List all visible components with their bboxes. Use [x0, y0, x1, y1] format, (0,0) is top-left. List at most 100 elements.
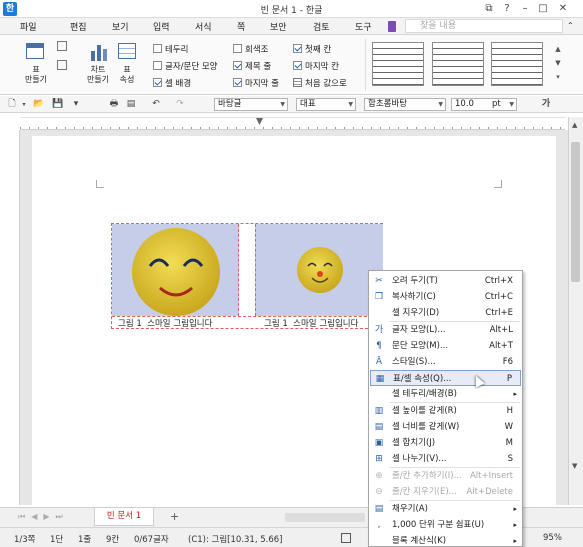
- ribbon-collapse-icon[interactable]: ⌃: [567, 21, 574, 30]
- context-menu-item-label: 오려 두기(T): [392, 276, 438, 286]
- context-menu-item[interactable]: , 1,000 단위 구분 쉼표(U) ▸: [370, 517, 521, 533]
- check-border-box[interactable]: [153, 44, 162, 53]
- context-menu-shortcut: Ctrl+C: [484, 292, 513, 302]
- ruler-indent-marker[interactable]: [256, 118, 263, 125]
- check-grayscale-box[interactable]: [233, 44, 242, 53]
- scroll-up-icon[interactable]: ▲: [572, 121, 577, 129]
- redo-icon[interactable]: ↷: [174, 98, 186, 111]
- menu-file[interactable]: 파일: [20, 20, 37, 33]
- context-menu-item[interactable]: ▣ 셀 합치기(J) M: [370, 435, 521, 451]
- new-doc-icon[interactable]: 🗋: [6, 98, 18, 111]
- font-select[interactable]: 함초롬바탕 ▼: [364, 98, 446, 111]
- table[interactable]: 그림 1 스마일 그림입니다 그림 1 스마일 그림입니다: [111, 223, 383, 329]
- menu-insert[interactable]: 입력: [153, 20, 170, 33]
- restore-window-icon[interactable]: ⧉: [482, 2, 496, 16]
- merge-cells-icon: ▣: [374, 438, 384, 448]
- scroll-down-icon[interactable]: ▼: [572, 462, 577, 470]
- check-first-col[interactable]: 첫째 칸: [293, 43, 331, 55]
- table-small-icon[interactable]: [57, 41, 67, 51]
- smiley-image-large[interactable]: [130, 226, 222, 318]
- context-menu-item[interactable]: ¶ 문단 모양(M)... Alt+T: [370, 338, 521, 354]
- preview-icon[interactable]: ▤: [125, 98, 137, 111]
- check-first-col-box[interactable]: [293, 44, 302, 53]
- help-icon[interactable]: ?: [500, 2, 514, 16]
- table-style-1[interactable]: [372, 42, 424, 86]
- reset-default-button[interactable]: 처음 값으로: [293, 77, 347, 89]
- font-size-input[interactable]: 10.0 pt ▼: [451, 98, 517, 111]
- context-menu-item[interactable]: ⊞ 셀 나누기(V)... S: [370, 451, 521, 467]
- check-border[interactable]: 테두리: [153, 43, 188, 55]
- menu-tools[interactable]: 도구: [355, 20, 372, 33]
- context-menu-item[interactable]: 셀 지우기(D) Ctrl+E: [370, 305, 521, 321]
- status-zoom[interactable]: 95%: [543, 533, 562, 543]
- chart-make-icon[interactable]: [90, 45, 108, 61]
- table-small-icon-2[interactable]: [57, 60, 67, 70]
- check-grayscale[interactable]: 회색조: [233, 43, 268, 55]
- check-cell-bg-box[interactable]: [153, 78, 162, 87]
- horizontal-ruler[interactable]: [20, 117, 565, 130]
- context-menu-item[interactable]: ▤ 채우기(A) ▸: [370, 501, 521, 517]
- menu-view[interactable]: 보기: [112, 20, 129, 33]
- context-menu-item[interactable]: ▦ 표/셀 속성(Q)... P: [370, 370, 521, 386]
- smiley-image-small[interactable]: [296, 246, 344, 294]
- vertical-ruler[interactable]: [8, 130, 20, 505]
- scrollbar-thumb[interactable]: [571, 142, 580, 282]
- tab-document-1[interactable]: 빈 문서 1: [94, 508, 154, 526]
- vertical-scrollbar[interactable]: ▲ ▼: [568, 117, 583, 505]
- table-style-2[interactable]: [432, 42, 484, 86]
- check-cell-bg[interactable]: 셀 배경: [153, 77, 191, 89]
- context-menu-item[interactable]: 가 글자 모양(L)... Alt+L: [370, 322, 521, 338]
- minimize-icon[interactable]: –: [518, 2, 532, 16]
- table-style-scroll[interactable]: ▲ ▼ ▾: [552, 42, 564, 86]
- menu-format[interactable]: 서식: [195, 20, 212, 33]
- table-context-tab-icon[interactable]: [388, 21, 396, 32]
- undo-icon[interactable]: ↶: [150, 98, 162, 111]
- table-make-icon[interactable]: [26, 43, 44, 59]
- check-title-row-box[interactable]: [233, 61, 242, 70]
- table-props-icon[interactable]: [118, 43, 136, 59]
- tab-nav-icons[interactable]: ⏮◀▶⏭: [18, 512, 69, 522]
- menu-search-input[interactable]: 찾을 내용: [405, 19, 563, 33]
- menu-page[interactable]: 쪽: [237, 20, 245, 33]
- open-folder-icon[interactable]: 📂: [33, 98, 45, 111]
- context-menu-item[interactable]: 블록 계산식(K) ▸: [370, 533, 521, 547]
- print-icon[interactable]: 🖶: [108, 98, 120, 111]
- maximize-icon[interactable]: □: [536, 2, 550, 16]
- check-char-para[interactable]: 글자/문단 모양: [153, 60, 218, 72]
- context-menu-item[interactable]: ✂ 오려 두기(T) Ctrl+X: [370, 273, 521, 289]
- context-menu-item[interactable]: ▥ 셀 높이를 같게(R) H: [370, 403, 521, 419]
- check-last-col[interactable]: 마지막 칸: [293, 60, 339, 72]
- language-select[interactable]: 대표 ▼: [296, 98, 356, 111]
- view-mode-icon[interactable]: [341, 533, 351, 543]
- save-icon[interactable]: 💾: [52, 98, 64, 111]
- add-tab-button[interactable]: +: [170, 510, 179, 523]
- reset-default-label: 처음 값으로: [305, 79, 347, 89]
- char-shape-icon[interactable]: 가: [540, 98, 552, 111]
- table-props-button[interactable]: 표 속성: [112, 65, 142, 85]
- context-menu-item[interactable]: ⊕ 줄/칸 추가하기(I)... Alt+Insert: [370, 468, 521, 484]
- table-make-button[interactable]: 표 만들기: [16, 65, 56, 85]
- table-style-3[interactable]: [491, 42, 543, 86]
- check-last-row-box[interactable]: [233, 78, 242, 87]
- menu-review[interactable]: 검토: [313, 20, 330, 33]
- context-menu-item[interactable]: Ā 스타일(S)... F6: [370, 354, 521, 370]
- context-menu-item[interactable]: ❐ 복사하기(C) Ctrl+C: [370, 289, 521, 305]
- close-icon[interactable]: ✕: [556, 2, 570, 16]
- new-doc-dropdown-icon[interactable]: ▾: [20, 98, 28, 111]
- check-title-row[interactable]: 제목 줄: [233, 60, 271, 72]
- context-menu-item[interactable]: ⊖ 줄/칸 지우기(E)... Alt+Delete: [370, 484, 521, 500]
- style-select[interactable]: 바탕글 ▼: [214, 98, 288, 111]
- check-char-para-box[interactable]: [153, 61, 162, 70]
- chevron-down-icon: ▼: [509, 101, 514, 108]
- horizontal-scrollbar[interactable]: [285, 513, 365, 522]
- caption-2[interactable]: 그림 1 스마일 그림입니다: [264, 317, 358, 329]
- caption-1[interactable]: 그림 1 스마일 그림입니다: [118, 317, 212, 329]
- menu-security[interactable]: 보안: [270, 20, 287, 33]
- context-menu-item[interactable]: 셀 테두리/배경(B) ▸: [370, 386, 521, 402]
- menu-edit[interactable]: 편집: [70, 20, 87, 33]
- save-dropdown-icon[interactable]: ▾: [70, 98, 82, 111]
- context-menu-item[interactable]: ▤ 셀 너비를 같게(W) W: [370, 419, 521, 435]
- chart-make-button[interactable]: 차트 만들기: [80, 65, 116, 85]
- check-last-col-box[interactable]: [293, 61, 302, 70]
- check-last-row[interactable]: 마지막 줄: [233, 77, 279, 89]
